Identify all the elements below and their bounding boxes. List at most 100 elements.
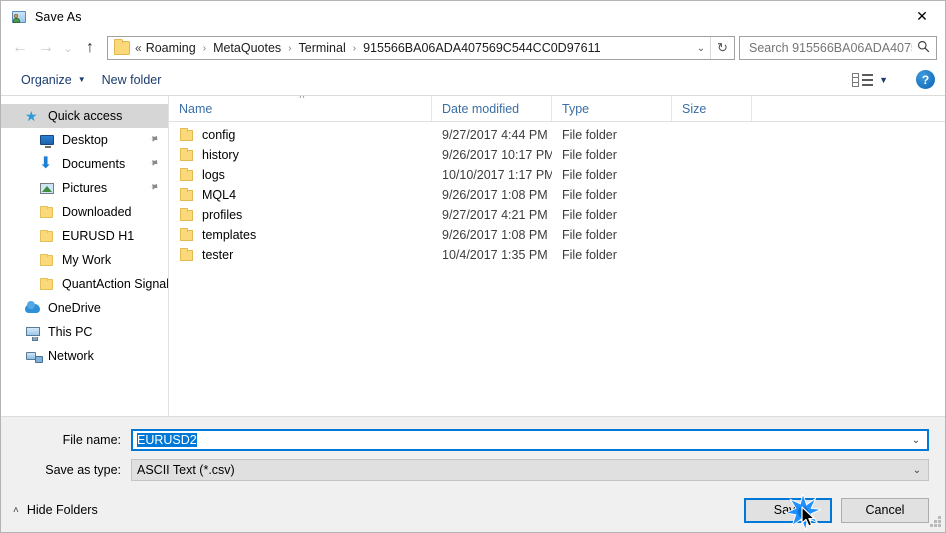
onedrive-icon (25, 300, 41, 316)
sidebar-item-label: My Work (62, 253, 112, 267)
file-name-label: tester (202, 248, 234, 262)
file-date-cell: 9/26/2017 10:17 PM (442, 148, 552, 162)
up-button[interactable]: ↑ (77, 35, 103, 61)
pin-icon[interactable] (145, 155, 160, 171)
column-header-size[interactable]: Size (672, 96, 752, 121)
file-date-cell: 9/27/2017 4:21 PM (442, 208, 548, 222)
chevron-up-icon: ˄ (13, 504, 19, 516)
chevron-down-icon[interactable]: ⌄ (906, 465, 928, 476)
table-row[interactable]: config 9/27/2017 4:44 PM File folder (169, 125, 945, 145)
sidebar-item-documents[interactable]: ⬇ Documents (1, 152, 168, 176)
folder-icon (179, 148, 195, 162)
filetype-value: ASCII Text (*.csv) (137, 463, 235, 477)
file-name-label: MQL4 (202, 188, 237, 202)
resize-grip[interactable] (929, 516, 942, 529)
table-row[interactable]: tester 10/4/2017 1:35 PM File folder (169, 245, 945, 265)
file-name-cell: history (169, 148, 432, 162)
file-name-label: history (202, 148, 239, 162)
sort-ascending-icon: ˄ (299, 96, 305, 102)
save-button[interactable]: Save (744, 497, 832, 523)
organize-label: Organize (21, 72, 72, 87)
recent-locations-button[interactable]: ⌄ (59, 35, 77, 61)
forward-button[interactable]: → (33, 35, 59, 61)
back-button[interactable]: ← (7, 35, 33, 61)
filename-selected-text: EURUSD2 (137, 433, 197, 447)
search-box[interactable] (739, 36, 937, 60)
file-list-pane: Name ˄ Date modified Type Size config 9/2… (169, 96, 945, 416)
refresh-icon[interactable]: ↻ (710, 37, 734, 59)
dialog-body: ★ Quick access Desktop ⬇ Documents Pictures Do… (1, 96, 945, 416)
file-name-cell: templates (169, 228, 432, 242)
chevron-down-icon[interactable]: ⌄ (905, 435, 927, 446)
sidebar-item-my-work[interactable]: My Work (1, 248, 168, 272)
sidebar-item-desktop[interactable]: Desktop (1, 128, 168, 152)
sidebar-item-this-pc[interactable]: This PC (1, 320, 168, 344)
folder-icon (179, 248, 195, 262)
breadcrumb-separator[interactable]: › (283, 43, 296, 54)
breadcrumb-item-metaquotes[interactable]: MetaQuotes (211, 41, 283, 55)
breadcrumb-separator[interactable]: › (348, 43, 361, 54)
table-row[interactable]: MQL4 9/26/2017 1:08 PM File folder (169, 185, 945, 205)
sidebar-item-network[interactable]: Network (1, 344, 168, 368)
breadcrumb-item-terminal[interactable]: Terminal (297, 41, 348, 55)
column-header-type[interactable]: Type (552, 96, 672, 121)
folder-icon (114, 39, 130, 55)
table-row[interactable]: templates 9/26/2017 1:08 PM File folder (169, 225, 945, 245)
filetype-select[interactable]: ASCII Text (*.csv) ⌄ (131, 459, 929, 481)
desktop-icon (39, 132, 55, 148)
sidebar-item-pictures[interactable]: Pictures (1, 176, 168, 200)
sidebar-item-eurusd-h1[interactable]: EURUSD H1 (1, 224, 168, 248)
column-header-name[interactable]: Name ˄ (169, 96, 432, 121)
file-date-cell: 9/27/2017 4:44 PM (442, 128, 548, 142)
filename-value[interactable]: EURUSD2 (135, 433, 905, 447)
search-input[interactable] (747, 40, 914, 56)
breadcrumb-separator[interactable]: › (198, 43, 211, 54)
filename-label: File name: (62, 433, 121, 447)
sidebar-item-label: QuantAction Signal (62, 277, 169, 291)
table-row[interactable]: logs 10/10/2017 1:17 PM File folder (169, 165, 945, 185)
search-icon[interactable] (914, 40, 932, 56)
hide-folders-button[interactable]: ˄ Hide Folders (13, 503, 98, 517)
cancel-button[interactable]: Cancel (841, 497, 929, 523)
breadcrumb: « Roaming › MetaQuotes › Terminal › 9155… (135, 41, 692, 55)
chevron-down-icon[interactable]: ⌄ (692, 43, 710, 54)
folder-icon (179, 188, 195, 202)
save-as-dialog: Save As ✕ ← → ⌄ ↑ « Roaming › MetaQuotes… (0, 0, 946, 533)
navigation-bar: ← → ⌄ ↑ « Roaming › MetaQuotes › Termina… (1, 32, 945, 64)
sidebar-item-onedrive[interactable]: OneDrive (1, 296, 168, 320)
pin-icon[interactable] (145, 179, 160, 195)
breadcrumb-item-roaming[interactable]: Roaming (144, 41, 198, 55)
column-header-date-modified[interactable]: Date modified (432, 96, 552, 121)
filename-input[interactable]: EURUSD2 ⌄ (131, 429, 929, 451)
file-date-cell: 9/26/2017 1:08 PM (442, 188, 548, 202)
folder-icon (179, 228, 195, 242)
new-folder-button[interactable]: New folder (94, 69, 170, 91)
pin-icon[interactable] (145, 131, 160, 147)
sidebar-item-downloaded[interactable]: Downloaded (1, 200, 168, 224)
sidebar-item-quick-access[interactable]: ★ Quick access (1, 104, 168, 128)
save-form: File name: EURUSD2 ⌄ Save as type: ASCII… (1, 416, 945, 488)
address-bar[interactable]: « Roaming › MetaQuotes › Terminal › 9155… (107, 36, 735, 60)
table-row[interactable]: profiles 9/27/2017 4:21 PM File folder (169, 205, 945, 225)
file-name-cell: MQL4 (169, 188, 432, 202)
column-header-filler (752, 96, 945, 121)
view-options-icon[interactable] (852, 72, 874, 88)
close-icon[interactable]: ✕ (899, 1, 945, 31)
file-type-cell: File folder (562, 128, 617, 142)
organize-button[interactable]: Organize ▼ (13, 69, 94, 91)
sidebar-item-quantaction-signal[interactable]: QuantAction Signal (1, 272, 168, 296)
save-as-icon (11, 9, 27, 25)
sidebar-item-label: This PC (48, 325, 93, 339)
folder-icon (179, 168, 195, 182)
breadcrumb-overflow[interactable]: « (135, 41, 144, 55)
breadcrumb-item-terminal-id[interactable]: 915566BA06ADA407569C544CC0D97611 (361, 41, 602, 55)
filename-row: File name: EURUSD2 ⌄ (17, 427, 929, 453)
file-name-cell: tester (169, 248, 432, 262)
file-type-cell: File folder (562, 228, 617, 242)
chevron-down-icon[interactable]: ▼ (879, 75, 888, 85)
help-icon[interactable]: ? (916, 70, 935, 89)
star-icon: ★ (25, 108, 38, 124)
filetype-label: Save as type: (45, 463, 121, 477)
table-row[interactable]: history 9/26/2017 10:17 PM File folder (169, 145, 945, 165)
title-bar: Save As ✕ (1, 1, 945, 32)
